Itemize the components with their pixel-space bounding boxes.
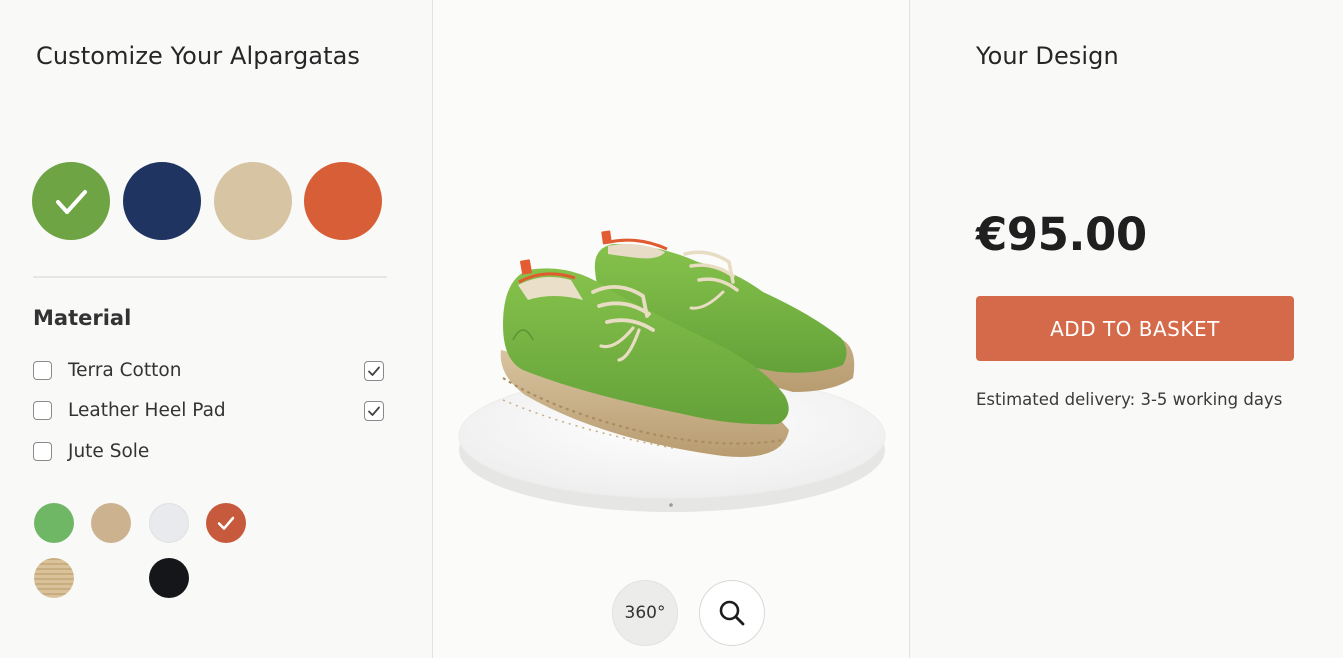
material-option-jute-sole[interactable]: Jute Sole	[33, 440, 388, 464]
product-image[interactable]	[433, 200, 909, 530]
material-heading: Material	[33, 306, 132, 330]
your-design-title: Your Design	[976, 42, 1119, 70]
accent-swatch-orange[interactable]	[206, 503, 246, 543]
accent-swatch-jute[interactable]	[34, 558, 74, 598]
checkmark-icon	[56, 190, 87, 214]
material-option-label: Terra Cotton	[68, 360, 182, 381]
customize-title: Customize Your Alpargatas	[36, 42, 361, 70]
checkmark-icon	[217, 516, 235, 530]
color-swatch-green[interactable]	[32, 162, 110, 240]
checkbox[interactable]	[33, 361, 52, 380]
add-to-basket-button[interactable]: ADD TO BASKET	[976, 296, 1294, 361]
checkbox[interactable]	[33, 442, 52, 461]
accent-swatch-white[interactable]	[149, 503, 189, 543]
material-option-label: Jute Sole	[68, 441, 150, 462]
shoe-customizer: Customize Your Alpargatas Material Terra…	[0, 0, 1343, 658]
material-option-label: Leather Heel Pad	[68, 400, 226, 421]
customize-panel: Customize Your Alpargatas Material Terra…	[0, 0, 432, 658]
checkbox-checked[interactable]	[364, 401, 384, 421]
design-summary-panel: Your Design €95.00 ADD TO BASKET Estimat…	[910, 0, 1343, 658]
material-option-terra-cotton[interactable]: Terra Cotton	[33, 359, 388, 383]
checkbox-checked[interactable]	[364, 361, 384, 381]
divider	[33, 276, 387, 278]
zoom-button[interactable]	[699, 580, 765, 646]
checkmark-icon	[368, 366, 380, 376]
search-icon	[719, 600, 745, 626]
price: €95.00	[976, 208, 1147, 261]
rotate-360-button[interactable]: 360°	[612, 580, 678, 646]
material-option-leather-heel-pad[interactable]: Leather Heel Pad	[33, 399, 388, 423]
accent-swatch-black[interactable]	[149, 558, 189, 598]
checkbox[interactable]	[33, 401, 52, 420]
color-swatch-navy[interactable]	[123, 162, 201, 240]
accent-swatch-tan[interactable]	[91, 503, 131, 543]
accent-swatch-green[interactable]	[34, 503, 74, 543]
product-viewer: 360°	[433, 0, 909, 658]
rotate-360-label: 360°	[624, 603, 666, 623]
color-swatch-beige[interactable]	[214, 162, 292, 240]
delivery-estimate: Estimated delivery: 3-5 working days	[976, 390, 1283, 409]
color-swatch-orange[interactable]	[304, 162, 382, 240]
checkmark-icon	[368, 406, 380, 416]
